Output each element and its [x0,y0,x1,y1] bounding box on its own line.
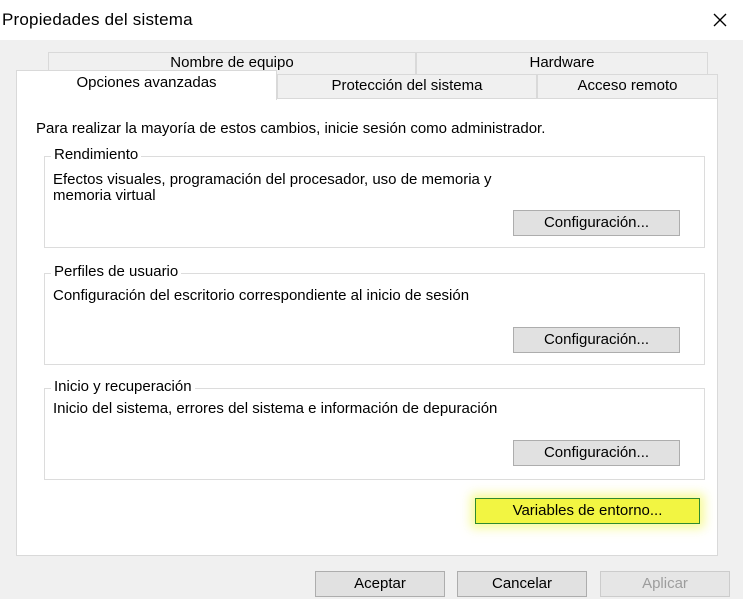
tab-label: Acceso remoto [577,77,678,94]
close-button[interactable] [697,0,743,40]
title-bar: Propiedades del sistema [0,0,743,40]
group-description: Inicio del sistema, errores del sistema … [53,400,498,417]
group-legend: Perfiles de usuario [51,263,182,280]
tab-label: Protección del sistema [331,77,483,94]
tab-hardware[interactable]: Hardware [416,52,708,74]
cancel-button[interactable]: Cancelar [457,571,587,597]
user-profiles-settings-button[interactable]: Configuración... [513,327,680,353]
environment-variables-button[interactable]: Variables de entorno... [475,498,700,524]
window-title: Propiedades del sistema [2,10,193,29]
startup-recovery-settings-button[interactable]: Configuración... [513,440,680,466]
system-properties-dialog: Propiedades del sistema Nombre de equipo… [0,0,743,599]
admin-notice: Para realizar la mayoría de estos cambio… [36,120,546,137]
group-description-line2: memoria virtual [53,187,156,204]
tab-label: Hardware [529,54,595,71]
tab-label: Opciones avanzadas [76,74,217,91]
performance-settings-button[interactable]: Configuración... [513,210,680,236]
tab-opciones-avanzadas[interactable]: Opciones avanzadas [16,70,277,100]
tab-label: Nombre de equipo [170,54,294,71]
group-description: Efectos visuales, programación del proce… [53,171,492,188]
tab-acceso-remoto[interactable]: Acceso remoto [537,74,718,98]
close-icon [713,13,727,27]
apply-button[interactable]: Aplicar [600,571,730,597]
group-legend: Rendimiento [51,146,142,163]
tab-proteccion-del-sistema[interactable]: Protección del sistema [277,74,537,98]
group-description: Configuración del escritorio correspondi… [53,287,470,304]
group-legend: Inicio y recuperación [51,378,195,395]
group-inicio-y-recuperacion: Inicio y recuperación Inicio del sistema… [44,378,705,480]
ok-button[interactable]: Aceptar [315,571,445,597]
